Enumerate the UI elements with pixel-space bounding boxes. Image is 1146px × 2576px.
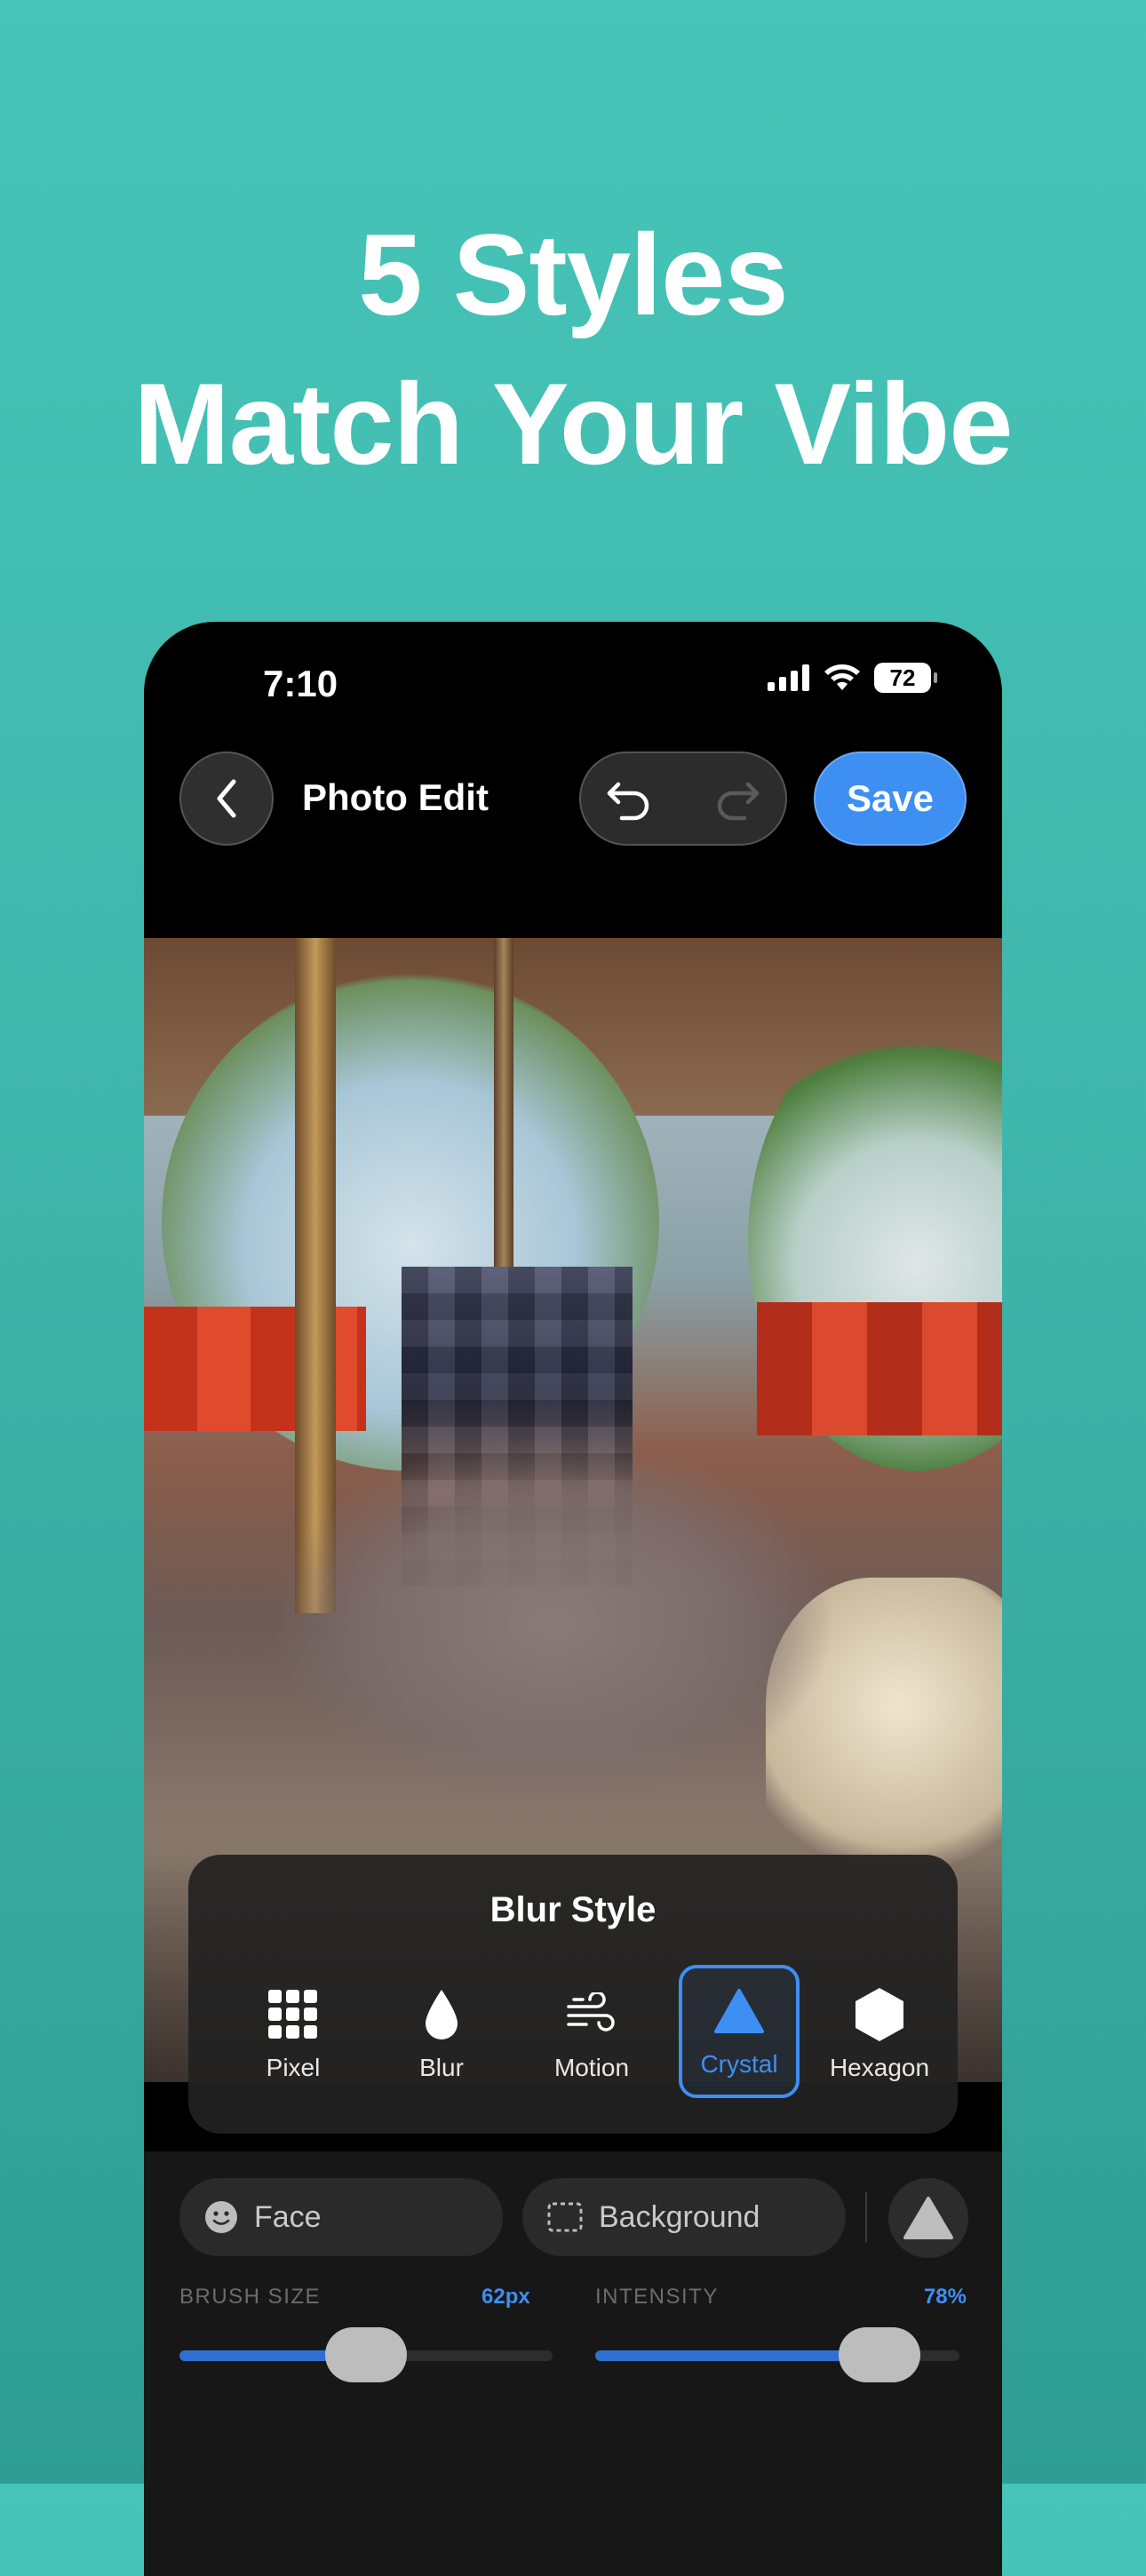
- brush-size-thumb[interactable]: [325, 2327, 407, 2382]
- background-tool-button[interactable]: Background: [522, 2178, 846, 2256]
- intensity-label: INTENSITY: [595, 2285, 719, 2309]
- headline: 5 Styles Match Your Vibe: [0, 200, 1146, 498]
- style-option-label: Pixel: [266, 2054, 321, 2081]
- intensity-slider[interactable]: [595, 2327, 959, 2382]
- blurred-region: [268, 1435, 837, 1809]
- intensity-value: 78%: [923, 2285, 967, 2309]
- face-tool-button[interactable]: Face: [179, 2178, 503, 2256]
- cellular-signal-icon: [768, 664, 809, 691]
- triangle-icon: [903, 2197, 953, 2239]
- photo-awning-right: [757, 1302, 1002, 1435]
- hexagon-icon: [853, 1988, 906, 2041]
- background-tool-label: Background: [599, 2199, 760, 2234]
- redo-button[interactable]: [711, 773, 764, 826]
- undo-redo-group: [579, 751, 787, 846]
- phone-frame: 7:10 72 Photo Edit Save Blur Style Pixel…: [144, 622, 1002, 2576]
- undo-button[interactable]: [602, 773, 656, 826]
- style-option-label: Motion: [553, 2054, 630, 2081]
- tool-divider: [865, 2192, 867, 2242]
- brush-size-label: BRUSH SIZE: [179, 2285, 322, 2309]
- wind-icon: [565, 1988, 618, 2041]
- intensity-fill: [595, 2350, 879, 2361]
- style-option-pixel[interactable]: Pixel: [233, 1965, 354, 2098]
- page-title: Photo Edit: [302, 776, 489, 818]
- style-option-label: Blur: [419, 2054, 464, 2081]
- redo-icon: [717, 782, 760, 821]
- triangle-icon: [712, 1984, 766, 2038]
- style-option-blur[interactable]: Blur: [381, 1965, 502, 2098]
- status-icons: 72: [768, 663, 937, 693]
- selection-rect-icon: [547, 2202, 583, 2232]
- chevron-left-icon: [217, 779, 236, 818]
- photo-pole-right: [494, 938, 513, 1311]
- face-icon: [205, 2201, 237, 2233]
- tool-bar: Face Background BRUSH SIZE 62px INTENSIT…: [144, 2151, 1002, 2576]
- style-option-label: Hexagon: [829, 2054, 930, 2081]
- brush-size-slider[interactable]: [179, 2327, 553, 2382]
- blur-style-panel: Blur Style Pixel Blur Motion Crystal Hex…: [188, 1855, 958, 2134]
- grid-icon: [267, 1988, 320, 2041]
- intensity-thumb[interactable]: [838, 2327, 920, 2382]
- back-button[interactable]: [179, 751, 274, 846]
- headline-line-1: 5 Styles: [358, 210, 788, 339]
- brush-size-value: 62px: [481, 2285, 530, 2309]
- shape-button[interactable]: [888, 2178, 968, 2258]
- blur-style-title: Blur Style: [489, 1890, 657, 1929]
- face-tool-label: Face: [254, 2199, 322, 2234]
- style-option-hexagon[interactable]: Hexagon: [819, 1965, 940, 2098]
- style-option-motion[interactable]: Motion: [531, 1965, 652, 2098]
- battery-level: 72: [889, 664, 916, 691]
- battery-icon: 72: [874, 663, 937, 693]
- drop-icon: [415, 1988, 468, 2041]
- style-option-crystal[interactable]: Crystal: [679, 1965, 800, 2098]
- status-time: 7:10: [263, 663, 338, 704]
- wifi-icon: [824, 664, 860, 690]
- undo-icon: [607, 782, 649, 821]
- save-button[interactable]: Save: [814, 751, 967, 846]
- headline-line-2: Match Your Vibe: [133, 359, 1013, 489]
- style-option-label: Crystal: [700, 2050, 778, 2078]
